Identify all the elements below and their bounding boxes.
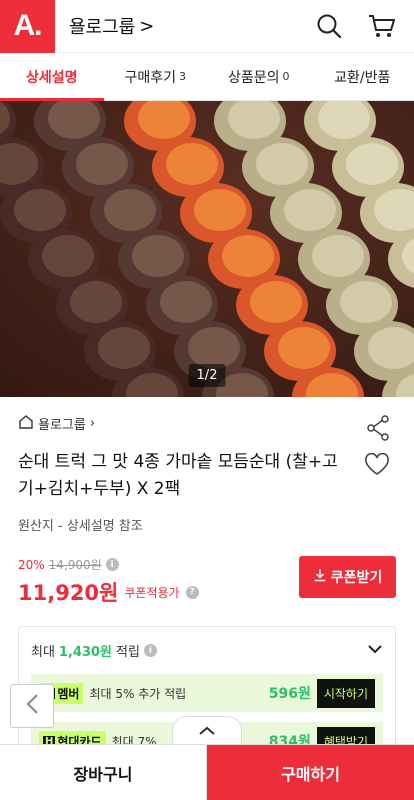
final-price: 11,920원 — [18, 581, 119, 605]
chevron-left-icon — [25, 693, 39, 719]
benefit-suffix: 적립 — [116, 645, 140, 660]
tab-exchange[interactable]: 교환/반품 — [311, 53, 414, 100]
buy-now-button[interactable]: 구매하기 — [207, 745, 414, 800]
food-slice-inner — [188, 327, 240, 369]
info-icon[interactable]: ? — [185, 585, 199, 599]
food-slice-inner — [160, 281, 212, 323]
cart-icon[interactable] — [368, 13, 396, 39]
benefit-header[interactable]: 최대 1,430원 적립 i — [19, 627, 395, 674]
food-slice-inner — [312, 235, 364, 277]
bottom-action-bar: 장바구니 구매하기 — [0, 744, 414, 800]
info-icon[interactable]: i — [143, 644, 157, 657]
product-info: 욜로그룹 › 순대 트럭 그 맛 4종 가마솥 모듬순대 (찰+고기+김치+두부… — [0, 397, 414, 608]
food-slice-inner — [104, 189, 156, 231]
price-block: 20% 14,900원 i 11,920원 쿠폰적용가 ? 쿠폰받기 — [18, 556, 396, 608]
product-image[interactable]: 1/2 — [0, 101, 414, 397]
share-icon[interactable] — [366, 415, 390, 445]
benefit-amount: 596원 — [268, 686, 311, 702]
app-logo[interactable]: A. — [0, 0, 55, 53]
food-slice-inner — [42, 235, 94, 277]
food-slice-inner — [70, 281, 122, 323]
food-slice-inner — [284, 189, 336, 231]
tab-label: 상품문의 — [227, 69, 280, 86]
image-pager: 1/2 — [188, 364, 226, 387]
coupon-download-button[interactable]: 쿠폰받기 — [299, 556, 396, 598]
benefit-prefix: 최대 — [31, 645, 55, 660]
top-bar: A. 욜로그룹 > — [0, 0, 414, 53]
food-slice-inner — [14, 189, 66, 231]
prev-page-button[interactable] — [10, 684, 54, 728]
coupon-applied-label: 쿠폰적용가 — [124, 585, 180, 600]
tab-label: 교환/반품 — [334, 69, 391, 86]
food-slice-inner — [340, 281, 392, 323]
food-slice-inner — [98, 327, 150, 369]
tab-label: 구매후기 — [124, 69, 177, 86]
food-slice-inner — [278, 327, 330, 369]
store-name: 욜로그룹 — [69, 17, 136, 38]
add-to-cart-button[interactable]: 장바구니 — [0, 745, 207, 800]
product-title: 순대 트럭 그 맛 4종 가마솥 모듬순대 (찰+고기+김치+두부) X 2팩 — [18, 452, 338, 499]
food-slice-inner — [222, 235, 274, 277]
tab-label: 상세설명 — [25, 69, 78, 86]
chevron-right-icon: › — [89, 415, 96, 431]
tab-count: 0 — [282, 70, 290, 83]
brand-name: 욜로그룹 — [38, 417, 86, 433]
tab-qna[interactable]: 상품문의 0 — [207, 53, 311, 100]
food-slice-inner — [76, 143, 128, 185]
original-price: 14,900원 — [48, 558, 102, 572]
coupon-button-label: 쿠폰받기 — [330, 570, 383, 586]
store-link[interactable]: 욜로그룹 > — [69, 13, 154, 39]
benefit-points: 1,430원 — [58, 645, 113, 660]
tab-reviews[interactable]: 구매후기 3 — [104, 53, 208, 100]
tab-detail[interactable]: 상세설명 — [0, 53, 104, 101]
scroll-up-handle[interactable] — [172, 716, 242, 744]
chevron-up-icon — [198, 721, 216, 740]
benefit-row-member: N멤버 최대 5% 추가 적립 596원 시작하기 — [31, 674, 383, 712]
start-button[interactable]: 시작하기 — [316, 678, 375, 708]
chevron-down-icon[interactable] — [367, 643, 383, 658]
store-chevron: > — [139, 15, 155, 37]
food-slice-inner — [250, 281, 302, 323]
home-icon — [18, 414, 34, 433]
benefit-text: 최대 5% 추가 적립 — [89, 686, 187, 701]
product-tabs: 상세설명 구매후기 3 상품문의 0 교환/반품 — [0, 53, 414, 101]
tab-count: 3 — [179, 70, 187, 83]
product-origin: 원산지 - 상세설명 참조 — [18, 519, 143, 534]
discount-rate: 20% — [18, 557, 45, 572]
food-slice-inner — [346, 143, 398, 185]
heart-icon[interactable] — [364, 452, 390, 481]
food-slice-inner — [166, 143, 218, 185]
info-icon[interactable]: i — [105, 558, 119, 571]
food-slice-inner — [132, 235, 184, 277]
download-icon — [313, 568, 327, 586]
brand-link[interactable]: 욜로그룹 › — [18, 413, 396, 433]
food-slice-inner — [194, 189, 246, 231]
search-icon[interactable] — [316, 13, 342, 39]
food-slice-inner — [256, 143, 308, 185]
